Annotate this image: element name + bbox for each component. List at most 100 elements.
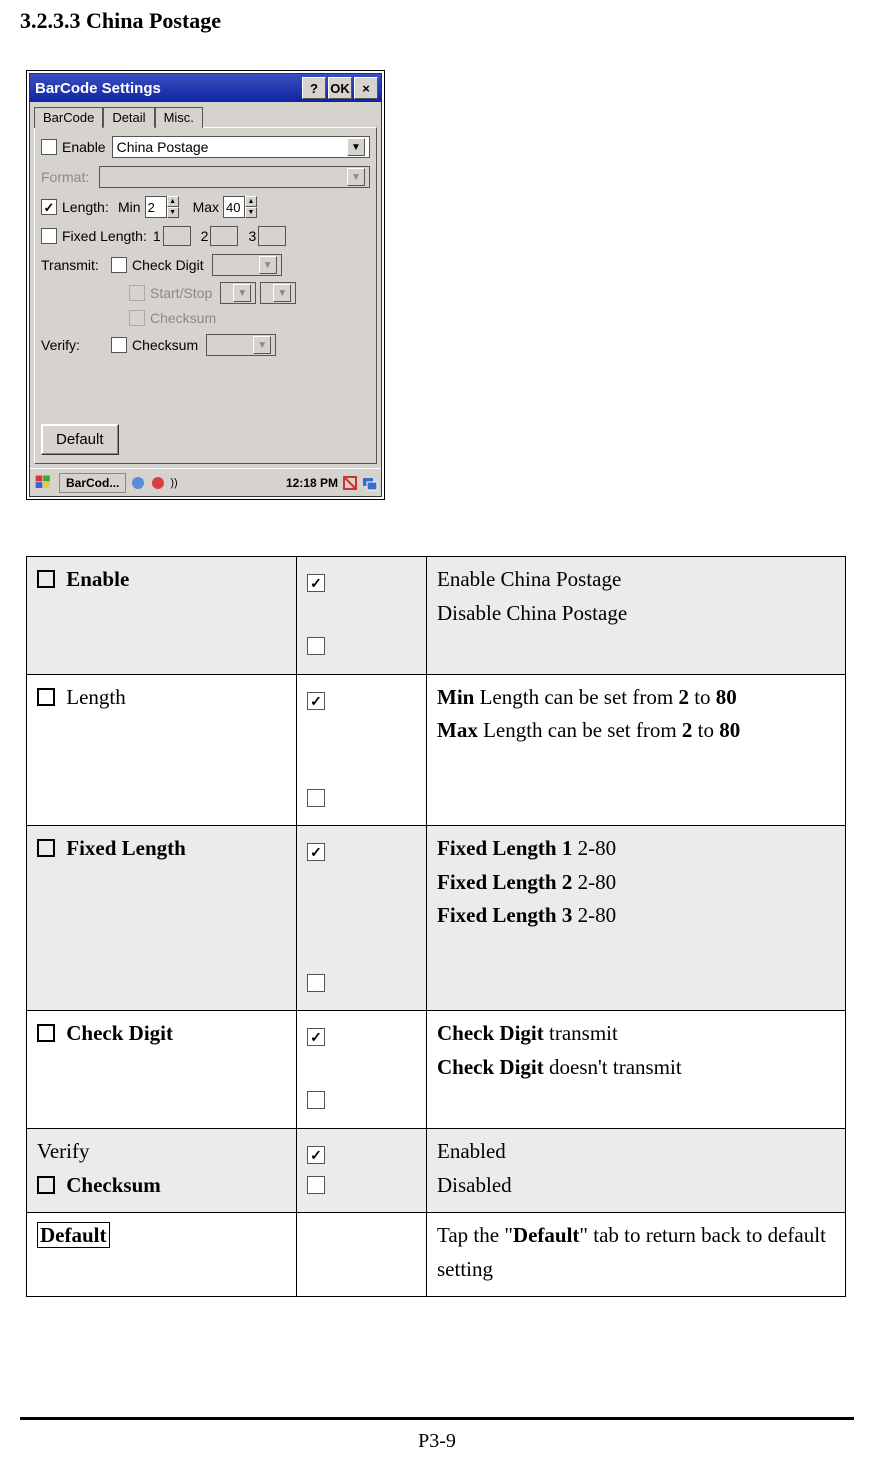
taskbar-app[interactable]: BarCod... (59, 473, 126, 493)
text: Length can be set from (478, 718, 682, 742)
checkdigit-checkbox[interactable] (111, 257, 127, 273)
fl2-label: 2 (201, 228, 209, 244)
table-row: Default Tap the "Default" tab to return … (27, 1213, 846, 1297)
checkbox-checked-icon (307, 843, 325, 861)
checkbox-checked-icon (307, 1028, 325, 1046)
tray-icon-3[interactable] (342, 475, 358, 491)
tab-misc[interactable]: Misc. (155, 107, 203, 128)
spin-up-icon[interactable]: ▲ (245, 196, 257, 207)
table-row: Check Digit Check Digit transmit Check D… (27, 1011, 846, 1129)
checkbox-unchecked-icon (307, 1091, 325, 1109)
barcode-settings-window: BarCode Settings ? OK × BarCode Detail M… (29, 73, 382, 497)
checkdigit-label: Check Digit (132, 257, 204, 273)
chevron-down-icon: ▼ (347, 168, 365, 186)
checkbox-checked-icon (307, 574, 325, 592)
checkbox-unchecked-icon (307, 974, 325, 992)
tab-detail[interactable]: Detail (103, 107, 154, 128)
tray-icon-2[interactable] (150, 475, 166, 491)
tab-barcode[interactable]: BarCode (34, 107, 103, 128)
windows-start-icon[interactable] (33, 473, 55, 493)
detail-panel: Enable China Postage ▼ Format: ▼ Length:… (34, 127, 377, 464)
table-row: Fixed Length Fixed Length 1 2-80 Fixed L… (27, 826, 846, 1011)
box-icon (37, 1176, 55, 1194)
text: Fixed Length 2 (437, 870, 572, 894)
tray-icon-1[interactable] (130, 475, 146, 491)
row-default-label: Default (37, 1222, 110, 1248)
table-row: Length Min Length can be set from 2 to 8… (27, 674, 846, 825)
verify-label: Verify: (41, 337, 111, 353)
checksum-v-label: Checksum (132, 337, 198, 353)
checkbox-checked-icon (307, 692, 325, 710)
titlebar: BarCode Settings ? OK × (30, 74, 381, 102)
checksum-v-combo: ▼ (206, 334, 276, 356)
ok-button[interactable]: OK (328, 77, 352, 99)
text: 80 (716, 685, 737, 709)
max-value[interactable] (223, 196, 245, 218)
min-bold: Min (437, 685, 474, 709)
fl2-input (210, 226, 238, 246)
text: transmit (544, 1021, 618, 1045)
verify-on: Enabled (437, 1139, 506, 1163)
symbology-combo[interactable]: China Postage ▼ (112, 136, 370, 158)
fixedlength-checkbox[interactable] (41, 228, 57, 244)
box-icon (37, 1024, 55, 1042)
spin-down-icon[interactable]: ▼ (245, 207, 257, 218)
symbology-value: China Postage (117, 139, 209, 155)
enable-checkbox[interactable] (41, 139, 57, 155)
chevron-down-icon: ▼ (259, 256, 277, 274)
checkdigit-combo: ▼ (212, 254, 282, 276)
page-number: P3-9 (0, 1430, 874, 1471)
text: Check Digit (437, 1021, 544, 1045)
checkbox-unchecked-icon (307, 789, 325, 807)
chevron-down-icon[interactable]: ▼ (347, 138, 365, 156)
fl3-label: 3 (248, 228, 256, 244)
max-spinner[interactable]: ▲▼ (223, 196, 257, 218)
length-checkbox[interactable] (41, 199, 57, 215)
settings-table: Enable Enable China Postage Disable Chin… (26, 556, 846, 1297)
table-row: Verify Checksum Enabled Disabled (27, 1128, 846, 1212)
table-row: Enable Enable China Postage Disable Chin… (27, 557, 846, 675)
verify-prefix: Verify (37, 1139, 89, 1163)
chevron-down-icon: ▼ (273, 284, 291, 302)
text: Length can be set from (474, 685, 678, 709)
row-fixed-label: Fixed Length (66, 836, 186, 860)
chevron-down-icon: ▼ (233, 284, 251, 302)
text: Fixed Length 3 (437, 903, 572, 927)
box-icon (37, 839, 55, 857)
text: to (689, 685, 716, 709)
text: Default (513, 1223, 580, 1247)
tray-signal-icon: )) (170, 477, 177, 489)
format-label: Format: (41, 169, 99, 185)
min-value[interactable] (145, 196, 167, 218)
text: Tap the " (437, 1223, 513, 1247)
help-button[interactable]: ? (302, 77, 326, 99)
chevron-down-icon: ▼ (253, 336, 271, 354)
tabs: BarCode Detail Misc. (30, 102, 381, 127)
checksum-v-checkbox[interactable] (111, 337, 127, 353)
length-label: Length: (62, 199, 114, 215)
row-length-label: Length (66, 685, 125, 709)
spin-up-icon[interactable]: ▲ (167, 196, 179, 207)
startstop-combo2: ▼ (260, 282, 296, 304)
taskbar: BarCod... )) 12:18 PM (30, 468, 381, 496)
screenshot-border: BarCode Settings ? OK × BarCode Detail M… (26, 70, 385, 500)
default-button[interactable]: Default (41, 424, 119, 455)
tray-icon-4[interactable] (362, 475, 378, 491)
startstop-checkbox (129, 285, 145, 301)
row-checkdigit-label: Check Digit (66, 1021, 173, 1045)
fl3-input (258, 226, 286, 246)
checkbox-unchecked-icon (307, 1176, 325, 1194)
enable-off-desc: Disable China Postage (437, 601, 627, 625)
text: 2-80 (572, 870, 616, 894)
max-bold: Max (437, 718, 478, 742)
fixedlength-label: Fixed Length: (62, 228, 147, 244)
close-button[interactable]: × (354, 77, 378, 99)
text: 2-80 (572, 836, 616, 860)
text: 2 (678, 685, 689, 709)
spin-down-icon[interactable]: ▼ (167, 207, 179, 218)
text: 2 (682, 718, 693, 742)
text: Fixed Length 1 (437, 836, 572, 860)
min-spinner[interactable]: ▲▼ (145, 196, 179, 218)
box-icon (37, 688, 55, 706)
section-heading: 3.2.3.3 China Postage (20, 8, 854, 34)
